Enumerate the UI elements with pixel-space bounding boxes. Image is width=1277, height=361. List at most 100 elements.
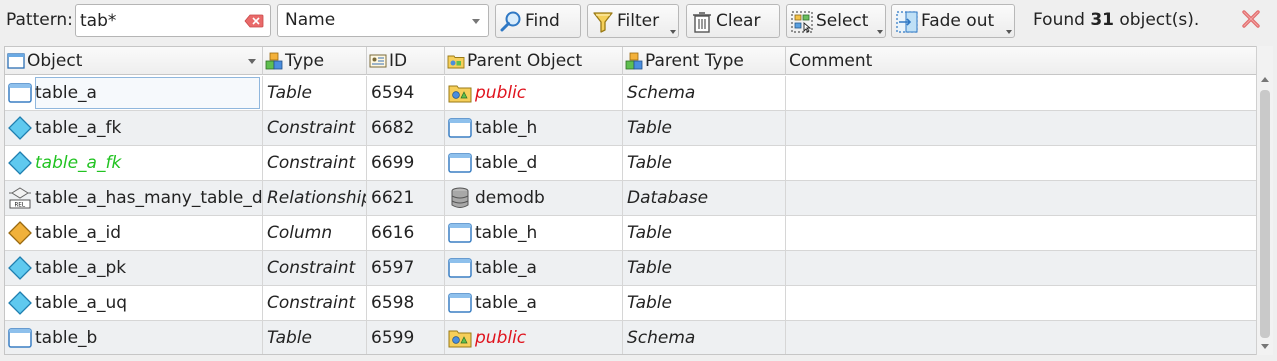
comment-cell (786, 181, 1256, 215)
object-type: Constraint (267, 118, 356, 138)
pattern-input[interactable] (80, 9, 240, 33)
id-cell: 6616 (367, 216, 445, 250)
parent-object-name: public (475, 328, 527, 348)
column-header-object[interactable]: Object (5, 47, 263, 75)
parent-type-cell: Database (623, 181, 786, 215)
id-cell: 6594 (367, 76, 445, 110)
object-id: 6597 (371, 258, 415, 278)
object-id: 6682 (371, 118, 415, 138)
parent-type: Table (627, 258, 672, 278)
dropdown-indicator-icon (877, 30, 883, 34)
object-cell[interactable]: table_a_pk (5, 251, 263, 285)
object-cell[interactable]: table_b (5, 321, 263, 354)
parent-object-cell: table_h (445, 216, 623, 250)
column-header-type[interactable]: Type (263, 47, 367, 75)
vertical-scrollbar[interactable] (1256, 46, 1273, 355)
table-row[interactable]: table_a_id Column 6616 table_h Table (5, 216, 1256, 251)
table-row[interactable]: table_b Table 6599 public Schema (5, 321, 1256, 354)
trash-icon (693, 12, 711, 33)
scroll-up-icon[interactable] (1261, 77, 1269, 82)
find-label: Find (525, 11, 560, 31)
object-type: Relationship (267, 188, 367, 208)
table-row[interactable]: table_a Table 6594 public Schema (5, 76, 1256, 111)
object-cell[interactable]: table_a_fk (5, 111, 263, 145)
parent-object-cell: table_a (445, 251, 623, 285)
clear-button[interactable]: Clear (686, 4, 780, 38)
object-type: Constraint (267, 258, 356, 278)
object-id: 6699 (371, 153, 415, 173)
find-button[interactable]: Find (495, 4, 581, 38)
dropdown-indicator-icon (670, 30, 676, 34)
clear-text-icon[interactable] (244, 14, 264, 28)
object-id: 6616 (371, 223, 415, 243)
search-field-value: Name (285, 10, 336, 30)
object-cell[interactable]: REL table_a_has_many_table_d (5, 181, 263, 215)
type-blocks-icon (625, 52, 643, 70)
filter-button[interactable]: Filter (587, 4, 679, 38)
id-cell: 6621 (367, 181, 445, 215)
parent-object-name: table_d (475, 153, 538, 173)
column-header-label: ID (389, 51, 408, 71)
id-card-icon (369, 54, 387, 68)
parent-type: Table (627, 223, 672, 243)
column-header-parent-type[interactable]: Parent Type (623, 47, 786, 75)
parent-object-name: demodb (475, 188, 545, 208)
object-cell[interactable]: table_a (5, 76, 263, 110)
schema-icon (448, 330, 472, 348)
object-cell[interactable]: table_a_id (5, 216, 263, 250)
id-cell: 6599 (367, 321, 445, 354)
parent-type: Table (627, 153, 672, 173)
comment-cell (786, 111, 1256, 145)
object-id: 6621 (371, 188, 415, 208)
parent-object-cell: public (445, 76, 623, 110)
constraint-diamond-icon (8, 256, 32, 280)
type-cell: Constraint (263, 286, 367, 320)
table-row[interactable]: table_a_pk Constraint 6597 table_a Table (5, 251, 1256, 286)
search-field-combo[interactable]: Name (277, 4, 489, 37)
table-row[interactable]: table_a_fk Constraint 6699 table_d Table (5, 146, 1256, 181)
dropdown-indicator-icon (1006, 30, 1012, 34)
parent-object-name: table_a (475, 258, 537, 278)
filter-label: Filter (617, 11, 660, 31)
column-header-label: Parent Type (645, 51, 744, 71)
close-icon[interactable] (1240, 8, 1262, 30)
chevron-down-icon (472, 19, 480, 24)
table-row[interactable]: REL table_a_has_many_table_d Relationshi… (5, 181, 1256, 216)
parent-object-cell: table_a (445, 286, 623, 320)
svg-text:REL: REL (15, 202, 26, 209)
table-icon (448, 153, 472, 173)
object-type: Column (267, 223, 333, 243)
parent-type-cell: Table (623, 251, 786, 285)
object-id: 6594 (371, 83, 415, 103)
parent-type: Table (627, 118, 672, 138)
parent-type-cell: Schema (623, 321, 786, 354)
constraint-diamond-icon (8, 116, 32, 140)
column-header-label: Parent Object (467, 51, 583, 71)
column-header-comment[interactable]: Comment (786, 47, 1256, 75)
select-objects-icon (791, 11, 813, 33)
parent-type-cell: Schema (623, 76, 786, 110)
column-header-id[interactable]: ID (367, 47, 445, 75)
sort-descending-icon (248, 59, 256, 64)
object-cell[interactable]: table_a_uq (5, 286, 263, 320)
parent-object-name: public (475, 83, 527, 103)
object-id: 6598 (371, 293, 415, 313)
table-row[interactable]: table_a_uq Constraint 6598 table_a Table (5, 286, 1256, 321)
fade-out-button[interactable]: Fade out (891, 4, 1015, 38)
object-name: table_a_id (35, 223, 121, 243)
parent-object-name: table_a (475, 293, 537, 313)
scroll-down-icon[interactable] (1261, 344, 1269, 349)
object-cell[interactable]: table_a_fk (5, 146, 263, 180)
pattern-input-box[interactable] (75, 4, 271, 37)
table-row[interactable]: table_a_fk Constraint 6682 table_h Table (5, 111, 1256, 146)
type-cell: Table (263, 76, 367, 110)
column-header-parent-object[interactable]: Parent Object (445, 47, 623, 75)
scrollbar-thumb[interactable] (1260, 90, 1270, 338)
select-button[interactable]: Select (786, 4, 886, 38)
parent-object-name: table_h (475, 118, 538, 138)
parent-type-cell: Table (623, 216, 786, 250)
id-cell: 6598 (367, 286, 445, 320)
found-prefix: Found (1033, 10, 1085, 30)
object-type: Table (267, 83, 312, 103)
object-type: Constraint (267, 153, 356, 173)
